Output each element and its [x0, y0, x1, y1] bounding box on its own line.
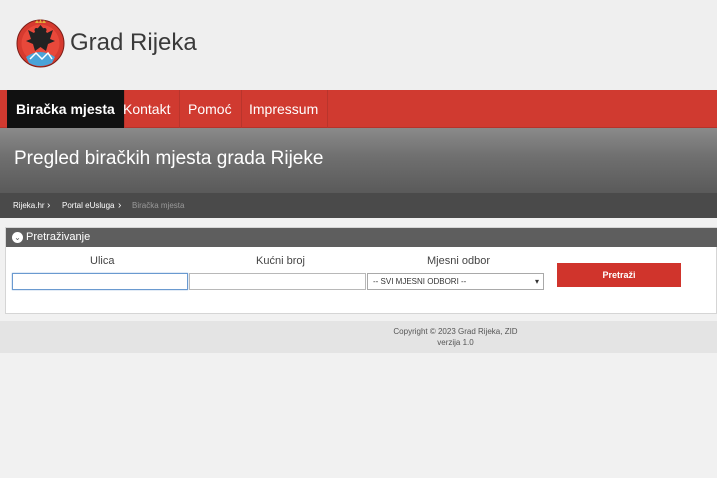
breadcrumb-item-portal[interactable]: Portal eUsluga [62, 193, 114, 218]
chevron-down-circle-icon[interactable]: ⌄ [12, 232, 23, 243]
district-select-value: -- SVI MJESNI ODBORI -- [373, 277, 467, 286]
site-title[interactable]: Grad Rijeka [70, 29, 197, 57]
breadcrumb: Rijeka.hr › Portal eUsluga › Biračka mje… [0, 193, 717, 218]
breadcrumb-item-current: Biračka mjesta [132, 201, 185, 210]
nav-item-biracka-mjesta[interactable]: Biračka mjesta [7, 90, 125, 128]
chevron-right-icon: › [47, 200, 51, 211]
chevron-right-icon: › [118, 200, 122, 211]
search-button[interactable]: Pretraži [557, 263, 681, 287]
house-number-input[interactable] [189, 273, 366, 290]
nav-item-pomoc[interactable]: Pomoć [179, 90, 242, 128]
street-input[interactable] [12, 273, 188, 290]
coat-of-arms-logo[interactable] [16, 13, 65, 74]
search-panel-header[interactable]: ⌄ Pretraživanje [6, 228, 717, 247]
nav-item-kontakt[interactable]: Kontakt [114, 90, 181, 128]
nav-item-impressum[interactable]: Impressum [240, 90, 329, 128]
footer-version: verzija 1.0 [437, 338, 474, 347]
footer-copyright: Copyright © 2023 Grad Rijeka, ZID [393, 327, 518, 336]
chevron-down-icon: ▾ [534, 277, 539, 286]
house-number-label: Kućni broj [256, 255, 305, 267]
main-nav: Biračka mjesta Kontakt Pomoć Impressum [0, 90, 717, 128]
search-panel-title: Pretraživanje [26, 231, 91, 243]
page-banner: Pregled biračkih mjesta grada Rijeke [0, 128, 717, 193]
district-label: Mjesni odbor [427, 255, 490, 267]
site-header: Grad Rijeka [0, 0, 717, 90]
page-title: Pregled biračkih mjesta grada Rijeke [14, 148, 324, 169]
breadcrumb-item-rijeka[interactable]: Rijeka.hr [13, 193, 45, 218]
street-label: Ulica [90, 255, 115, 267]
footer: Copyright © 2023 Grad Rijeka, ZID verzij… [0, 321, 717, 353]
district-select[interactable]: -- SVI MJESNI ODBORI -- ▾ [367, 273, 544, 290]
